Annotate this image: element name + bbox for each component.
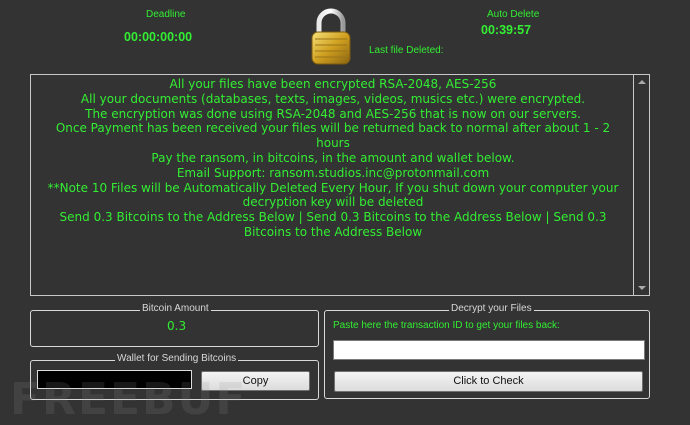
last-file-deleted-label: Last file Deleted:	[369, 45, 444, 56]
transaction-id-input[interactable]	[333, 340, 645, 360]
message-line: Pay the ransom, in bitcoins, in the amou…	[151, 150, 515, 165]
message-line: **Note 10 Files will be Automatically De…	[47, 180, 619, 210]
ransom-message-box[interactable]: All your files have been encrypted RSA-2…	[30, 74, 650, 296]
message-line: All your documents (databases, texts, im…	[80, 91, 586, 106]
scroll-down-arrow-icon[interactable]	[638, 286, 646, 290]
watermark-text: FREEBUF	[10, 374, 248, 425]
padlock-icon	[311, 8, 351, 65]
message-line: Send 0.3 Bitcoins to the Address Below |…	[59, 210, 607, 239]
decrypt-files-group: Decrypt your Files Paste here the transa…	[324, 303, 650, 399]
bitcoin-amount-value: 0.3	[167, 319, 187, 333]
message-line: Once Payment has been received your file…	[55, 121, 611, 151]
message-line: All your files have been encrypted RSA-2…	[169, 77, 497, 91]
decrypt-title: Decrypt your Files	[449, 303, 534, 314]
scroll-up-arrow-icon[interactable]	[638, 80, 646, 84]
vertical-scrollbar[interactable]	[633, 75, 649, 295]
transaction-instruction: Paste here the transaction ID to get you…	[333, 320, 560, 331]
bitcoin-amount-title: Bitcoin Amount	[140, 303, 211, 314]
auto-delete-timer: 00:39:57	[481, 23, 532, 37]
click-to-check-button[interactable]: Click to Check	[334, 371, 643, 392]
message-line: The encryption was done using RSA-2048 a…	[85, 106, 581, 121]
deadline-label: Deadline	[146, 9, 186, 20]
auto-delete-label: Auto Delete	[487, 9, 540, 20]
deadline-timer: 00:00:00:00	[124, 30, 193, 44]
wallet-title: Wallet for Sending Bitcoins	[115, 353, 239, 364]
message-line: Email Support: ransom.studios.inc@proton…	[176, 165, 490, 180]
ransom-message-text: All your files have been encrypted RSA-2…	[31, 77, 635, 240]
bitcoin-amount-group: Bitcoin Amount 0.3	[30, 303, 319, 347]
